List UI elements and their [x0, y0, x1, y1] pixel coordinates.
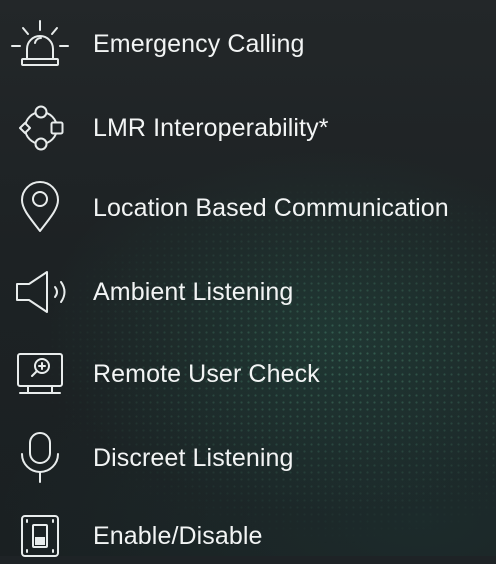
feature-label: LMR Interoperability*	[93, 114, 329, 142]
feature-item-remote-user-check: Remote User Check	[0, 346, 496, 402]
alarm-beacon-icon	[0, 16, 80, 72]
feature-list: Emergency Calling LMR Interoperability* …	[0, 0, 496, 557]
location-pin-icon	[0, 180, 80, 236]
feature-label: Remote User Check	[93, 360, 320, 388]
feature-item-emergency-calling: Emergency Calling	[0, 16, 496, 72]
monitor-search-icon	[0, 346, 80, 402]
feature-label: Location Based Communication	[93, 194, 449, 222]
microphone-icon	[0, 430, 80, 486]
feature-label: Ambient Listening	[93, 278, 294, 306]
speaker-icon	[0, 264, 80, 320]
feature-item-discreet-listening: Discreet Listening	[0, 430, 496, 486]
feature-item-lmr-interoperability: LMR Interoperability*	[0, 100, 496, 156]
feature-label: Emergency Calling	[93, 30, 305, 58]
network-nodes-icon	[0, 100, 80, 156]
feature-item-ambient-listening: Ambient Listening	[0, 264, 496, 320]
feature-label: Discreet Listening	[93, 444, 294, 472]
feature-item-location-based-communication: Location Based Communication	[0, 180, 496, 236]
